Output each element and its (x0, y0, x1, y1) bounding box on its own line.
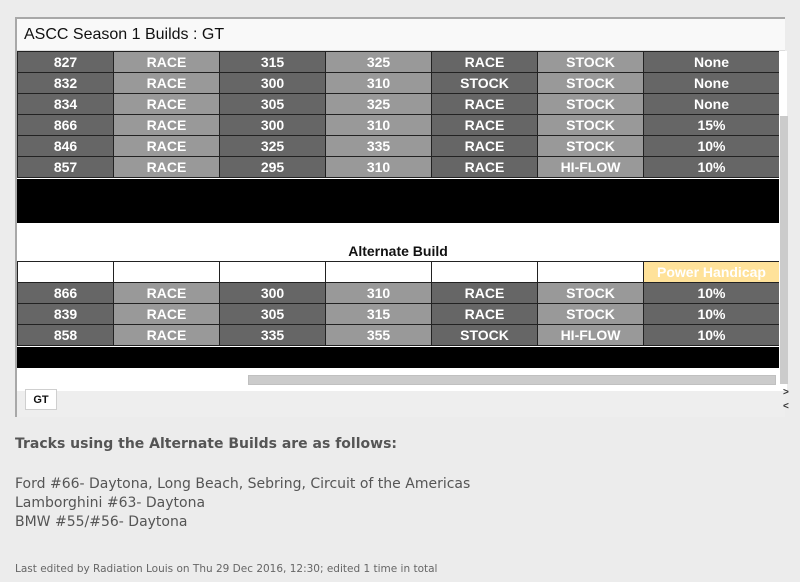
alternate-build-table: PI Brakes Tire Width Fr Tire Width Rr Drivel… (17, 261, 779, 346)
alternate-tracks-heading: Tracks using the Alternate Builds are as… (15, 436, 397, 452)
table-cell: STOCK (537, 282, 644, 304)
table-cell: 355 (325, 324, 432, 346)
table-cell: 10% (643, 282, 779, 304)
table-cell: RACE (431, 303, 538, 325)
table-row: 866 RACE 300 310 RACE STOCK 10% (17, 282, 779, 304)
table-cell: STOCK (537, 303, 644, 325)
table-cell: 866 (17, 282, 114, 304)
table-cell: STOCK (537, 114, 644, 136)
table-cell: 305 (219, 303, 326, 325)
black-spacer (17, 179, 779, 223)
table-cell: 846 (17, 135, 114, 157)
black-spacer (17, 347, 779, 368)
table-cell: 315 (219, 51, 326, 73)
table-cell: RACE (431, 51, 538, 73)
table-row: 866 RACE 300 310 RACE STOCK 15% (17, 114, 779, 136)
table-cell: RACE (113, 303, 220, 325)
table-cell: 300 (219, 282, 326, 304)
table-cell: 325 (325, 93, 432, 115)
table-cell: STOCK (537, 93, 644, 115)
table-cell: 325 (325, 51, 432, 73)
table-cell: 10% (643, 156, 779, 178)
table-cell: RACE (113, 135, 220, 157)
table-cell: RACE (113, 282, 220, 304)
table-cell: STOCK (537, 135, 644, 157)
embed-title: ASCC Season 1 Builds : GT (17, 19, 785, 51)
table-cell: HI-FLOW (537, 156, 644, 178)
table-cell: 858 (17, 324, 114, 346)
table-cell: 10% (643, 135, 779, 157)
track-note-line: BMW #55/#56- Daytona (15, 514, 188, 530)
table-cell: None (643, 93, 779, 115)
table-cell: 305 (219, 93, 326, 115)
table-cell: 325 (219, 135, 326, 157)
horizontal-scroll-thumb[interactable] (248, 375, 776, 385)
table-cell: 335 (325, 135, 432, 157)
column-header: Tire Width Fr (219, 261, 326, 283)
table-row: 834 RACE 305 325 RACE STOCK None (17, 93, 779, 115)
spreadsheet-embed: ASCC Season 1 Builds : GT 827 RACE 315 325 R… (15, 17, 789, 417)
table-cell: 15% (643, 114, 779, 136)
table-cell: 335 (219, 324, 326, 346)
table-cell: 839 (17, 303, 114, 325)
table-cell: 310 (325, 72, 432, 94)
table-cell: 866 (17, 114, 114, 136)
table-cell: 310 (325, 114, 432, 136)
table-cell: RACE (113, 93, 220, 115)
table-cell: RACE (113, 156, 220, 178)
table-cell: 295 (219, 156, 326, 178)
table-row: 857 RACE 295 310 RACE HI-FLOW 10% (17, 156, 779, 178)
column-header: Power Handicap (643, 261, 779, 283)
table-cell: HI-FLOW (537, 324, 644, 346)
track-note-line: Lamborghini #63- Daytona (15, 495, 206, 511)
table-cell: RACE (431, 93, 538, 115)
table-cell: RACE (431, 114, 538, 136)
table-cell: 10% (643, 303, 779, 325)
table-cell: 10% (643, 324, 779, 346)
table-cell: RACE (431, 282, 538, 304)
table-row: 827 RACE 315 325 RACE STOCK None (17, 51, 779, 73)
table-cell: RACE (113, 72, 220, 94)
alternate-build-title: Alternate Build (348, 243, 448, 259)
column-header: Driveline (431, 261, 538, 283)
table-cell: RACE (113, 324, 220, 346)
track-note-line: Ford #66- Daytona, Long Beach, Sebring, … (15, 476, 471, 492)
table-cell: STOCK (537, 72, 644, 94)
table-cell: 315 (325, 303, 432, 325)
vertical-scroll-thumb[interactable] (780, 116, 788, 384)
column-header: PI (17, 261, 114, 283)
horizontal-scrollbar[interactable] (17, 372, 779, 389)
table-row: 839 RACE 305 315 RACE STOCK 10% (17, 303, 779, 325)
table-cell: None (643, 72, 779, 94)
table-cell: 310 (325, 282, 432, 304)
table-cell: 310 (325, 156, 432, 178)
column-header: Brakes (113, 261, 220, 283)
table-row: 846 RACE 325 335 RACE STOCK 10% (17, 135, 779, 157)
table-cell: 834 (17, 93, 114, 115)
prev-sheet-arrow-icon[interactable]: < (783, 401, 789, 412)
column-header: Tire Width Rr (325, 261, 432, 283)
table-cell: 857 (17, 156, 114, 178)
table-cell: RACE (431, 156, 538, 178)
main-build-table: 827 RACE 315 325 RACE STOCK None 832 RACE 300 310 S… (17, 51, 779, 178)
table-cell: STOCK (431, 72, 538, 94)
table-row: 832 RACE 300 310 STOCK STOCK None (17, 72, 779, 94)
column-header: Restrictor (537, 261, 644, 283)
table-cell: 300 (219, 72, 326, 94)
table-cell: None (643, 51, 779, 73)
table-cell: STOCK (431, 324, 538, 346)
table-cell: 827 (17, 51, 114, 73)
table-cell: 832 (17, 72, 114, 94)
sheet-viewport: 827 RACE 315 325 RACE STOCK None 832 RACE 300 310 S… (17, 51, 779, 391)
next-sheet-arrow-icon[interactable]: > (783, 387, 789, 398)
last-edited-note: Last edited by Radiation Louis on Thu 29… (15, 563, 438, 575)
table-cell: RACE (431, 135, 538, 157)
table-cell: STOCK (537, 51, 644, 73)
table-row: 858 RACE 335 355 STOCK HI-FLOW 10% (17, 324, 779, 346)
table-cell: RACE (113, 51, 220, 73)
table-cell: RACE (113, 114, 220, 136)
sheet-tab-gt[interactable]: GT (25, 389, 57, 410)
table-cell: 300 (219, 114, 326, 136)
vertical-scrollbar[interactable] (779, 51, 788, 391)
